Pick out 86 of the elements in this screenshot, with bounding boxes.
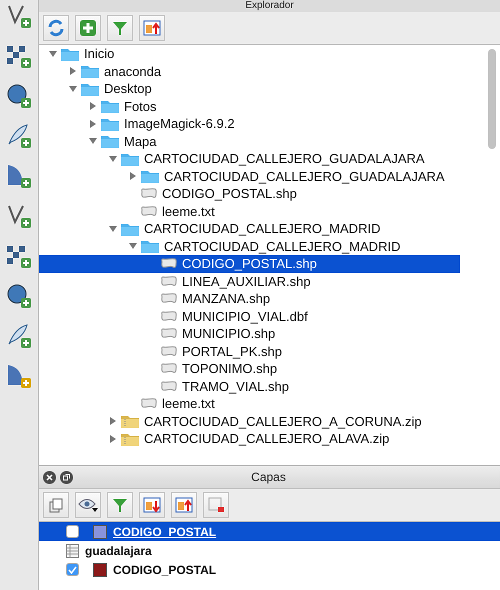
tree-item[interactable]: anaconda (39, 62, 460, 80)
collapsed-arrow-icon[interactable] (88, 101, 98, 112)
tree-item[interactable]: Mapa (39, 132, 460, 150)
tree-item[interactable]: leeme.txt (39, 395, 460, 412)
tree-item[interactable]: PORTAL_PK.shp (39, 342, 460, 360)
tree-item[interactable]: MANZANA.shp (39, 290, 460, 308)
vector-blob-icon (161, 310, 177, 322)
vector-blob-icon (141, 398, 157, 410)
tree-item[interactable]: TRAMO_VIAL.shp (39, 378, 460, 395)
tree-item[interactable]: CARTOCIUDAD_CALLEJERO_MADRID (39, 238, 460, 255)
vector-blob-icon (161, 276, 177, 287)
tree-item[interactable]: CARTOCIUDAD_CALLEJERO_MADRID (39, 220, 460, 238)
remove-layer-button[interactable] (203, 492, 229, 518)
collapsed-arrow-icon[interactable] (108, 434, 118, 444)
layer-item[interactable]: CODIGO_POSTAL (39, 522, 500, 541)
scrollbar-thumb[interactable] (488, 49, 496, 149)
folder-icon (141, 239, 159, 254)
table-icon (66, 544, 79, 558)
filter-button[interactable] (107, 492, 133, 518)
layer-item[interactable]: CODIGO_POSTAL (39, 560, 500, 579)
collapsed-arrow-icon[interactable] (108, 416, 118, 426)
vector-blob-icon (161, 380, 177, 392)
add-group-button[interactable] (43, 492, 69, 518)
expand-button[interactable] (139, 492, 165, 518)
remove-layer-icon (208, 497, 224, 513)
tree-item[interactable]: CARTOCIUDAD_CALLEJERO_ALAVA.zip (39, 430, 460, 448)
expanded-arrow-icon[interactable] (48, 48, 58, 59)
collapse-button[interactable] (139, 15, 165, 41)
tree-item[interactable]: LINEA_AUXILIAR.shp (39, 272, 460, 290)
collapsed-arrow-icon[interactable] (128, 171, 138, 182)
layer-group-item[interactable]: guadalajara (39, 541, 500, 560)
filter-button[interactable] (107, 15, 133, 41)
folder-icon (121, 222, 139, 236)
vector-blob-icon (161, 346, 177, 357)
tree-item[interactable]: CODIGO_POSTAL.shp (39, 185, 460, 202)
expanded-arrow-icon[interactable] (108, 154, 118, 164)
tree-item[interactable]: Desktop (39, 80, 460, 98)
collapsed-arrow-icon[interactable] (68, 66, 78, 76)
float-icon[interactable] (60, 470, 73, 484)
folder-icon (141, 169, 159, 184)
archive-folder-icon (121, 432, 139, 446)
folder-icon (101, 99, 119, 114)
expanded-arrow-icon[interactable] (128, 241, 138, 252)
collapsed-arrow-icon[interactable] (88, 118, 98, 129)
folder-icon (121, 152, 139, 166)
documents-icon (48, 497, 64, 513)
visibility-button[interactable] (75, 492, 101, 518)
panel-title: Explorador (39, 0, 500, 12)
tree-item[interactable]: Inicio (39, 45, 460, 62)
tree-item[interactable]: CODIGO_POSTAL.shp (39, 255, 460, 272)
vector-blob-icon (161, 363, 177, 374)
tree-item[interactable]: CARTOCIUDAD_CALLEJERO_GUADALAJARA (39, 150, 460, 168)
filter-icon (112, 497, 128, 513)
eye-icon (78, 498, 98, 512)
folder-icon (81, 64, 99, 78)
vector-blob-icon (161, 328, 177, 340)
add-button[interactable] (75, 15, 101, 41)
tree-item[interactable]: ImageMagick-6.9.2 (39, 115, 460, 132)
archive-folder-icon (121, 414, 139, 428)
expanded-arrow-icon[interactable] (108, 224, 118, 234)
vector-blob-icon (161, 258, 177, 270)
vector-blob-icon (161, 293, 177, 304)
expanded-arrow-icon[interactable] (88, 136, 98, 146)
vector-blob-icon (141, 188, 157, 200)
tree-item[interactable]: CARTOCIUDAD_CALLEJERO_A_CORUNA.zip (39, 412, 460, 430)
tree-item[interactable]: CARTOCIUDAD_CALLEJERO_GUADALAJARA (39, 168, 460, 185)
folder-icon (81, 82, 99, 96)
plus-icon (80, 20, 96, 36)
tree-item[interactable]: TOPONIMO.shp (39, 360, 460, 378)
folder-icon (101, 116, 119, 131)
expanded-arrow-icon[interactable] (68, 84, 78, 94)
refresh-icon (47, 19, 65, 37)
refresh-button[interactable] (43, 15, 69, 41)
checkbox[interactable] (66, 563, 79, 576)
filter-icon (112, 20, 128, 36)
vector-blob-icon (141, 206, 157, 217)
tree-item[interactable]: MUNICIPIO_VIAL.dbf (39, 308, 460, 325)
tree-item[interactable]: Fotos (39, 98, 460, 115)
checkbox[interactable] (66, 525, 79, 538)
close-icon[interactable] (43, 470, 56, 484)
folder-icon (61, 46, 79, 61)
tree-item[interactable]: leeme.txt (39, 202, 460, 220)
tree-item[interactable]: MUNICIPIO.shp (39, 325, 460, 342)
folder-icon (101, 134, 119, 148)
collapse-button[interactable] (171, 492, 197, 518)
panel-title: Capas (250, 470, 287, 484)
